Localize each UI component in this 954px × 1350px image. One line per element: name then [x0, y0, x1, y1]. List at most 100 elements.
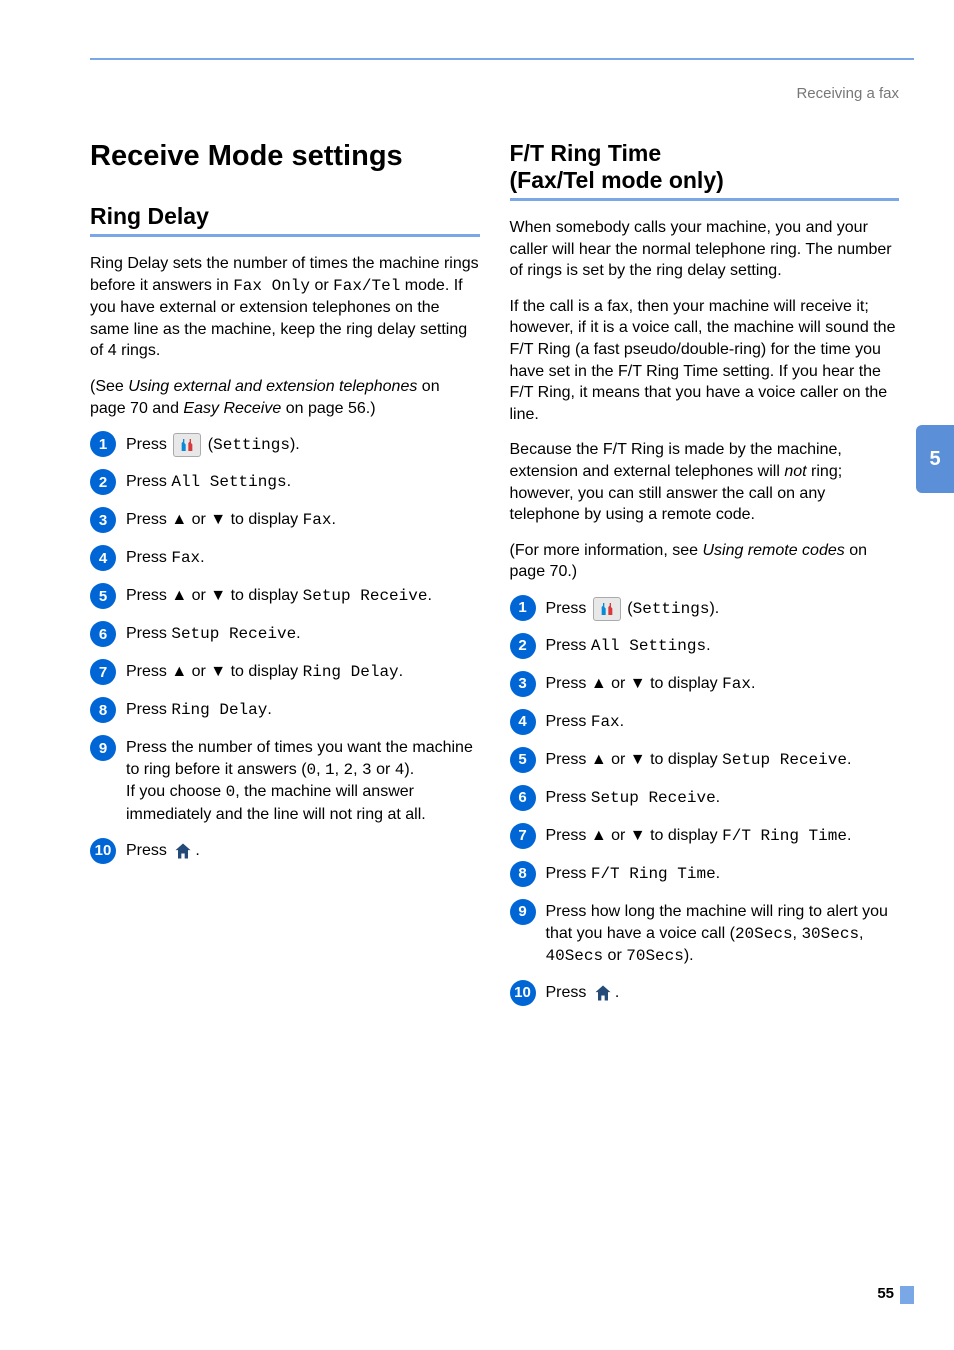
step-text: Press ▲ or ▼ to display F/T Ring Time.	[546, 825, 900, 848]
step-7: 7 Press ▲ or ▼ to display Ring Delay.	[90, 661, 480, 685]
code-text: 3	[362, 761, 372, 779]
text: .	[751, 675, 755, 692]
right-para-2: If the call is a fax, then your machine …	[510, 296, 900, 426]
step-text: Press .	[546, 982, 900, 1004]
left-steps: 1 Press (Settings). 2 Press All Settings…	[90, 433, 480, 863]
right-column: F/T Ring Time (Fax/Tel mode only) When s…	[510, 140, 900, 1020]
step-8: 8 Press F/T Ring Time.	[510, 863, 900, 887]
step-number: 10	[510, 980, 536, 1006]
step-text: Press ▲ or ▼ to display Ring Delay.	[126, 661, 480, 684]
right-steps: 1 Press (Settings). 2 Press All Settings…	[510, 597, 900, 1006]
text: (	[623, 600, 633, 617]
text: .	[200, 549, 204, 566]
step-number: 5	[90, 583, 116, 609]
step-text: Press ▲ or ▼ to display Fax.	[546, 673, 900, 696]
page-number: 55	[877, 1285, 894, 1302]
text: or	[603, 947, 626, 964]
step-text: Press ▲ or ▼ to display Setup Receive.	[126, 585, 480, 608]
chapter-title: Receiving a fax	[796, 85, 899, 102]
code-text: Fax Only	[233, 277, 310, 295]
main-title: Receive Mode settings	[90, 140, 480, 173]
text: ,	[316, 761, 325, 778]
code-text: All Settings	[171, 473, 286, 491]
left-subtitle: Ring Delay	[90, 203, 480, 230]
step-number: 10	[90, 838, 116, 864]
step-4: 4 Press Fax.	[510, 711, 900, 735]
step-10: 10 Press .	[510, 982, 900, 1006]
italic-text: not	[784, 463, 806, 480]
step-number: 1	[90, 431, 116, 457]
step-text: Press Setup Receive.	[126, 623, 480, 646]
text: Press	[546, 789, 591, 806]
text: .	[427, 587, 431, 604]
page-number-bar	[900, 1286, 914, 1304]
step-text: Press .	[126, 840, 480, 862]
right-para-3: Because the F/T Ring is made by the mach…	[510, 439, 900, 525]
step-9: 9 Press how long the machine will ring t…	[510, 901, 900, 968]
step-number: 8	[90, 697, 116, 723]
step-number: 3	[510, 671, 536, 697]
right-subtitle: F/T Ring Time (Fax/Tel mode only)	[510, 140, 900, 194]
code-text: Setup Receive	[171, 625, 296, 643]
subtitle-rule	[90, 234, 480, 237]
step-number: 5	[510, 747, 536, 773]
step-10: 10 Press .	[90, 840, 480, 864]
step-number: 2	[90, 469, 116, 495]
text: Press	[546, 600, 591, 617]
code-text: 2	[344, 761, 354, 779]
content-columns: Receive Mode settings Ring Delay Ring De…	[90, 140, 899, 1020]
step-2: 2 Press All Settings.	[90, 471, 480, 495]
step-text: Press All Settings.	[126, 471, 480, 494]
text: (For more information, see	[510, 542, 703, 559]
code-text: Setup Receive	[591, 789, 716, 807]
text: or	[372, 761, 395, 778]
step-number: 7	[510, 823, 536, 849]
code-text: Ring Delay	[303, 663, 399, 681]
text: .	[716, 865, 720, 882]
step-1: 1 Press (Settings).	[90, 433, 480, 457]
text: ).	[684, 947, 694, 964]
step-number: 9	[510, 899, 536, 925]
left-column: Receive Mode settings Ring Delay Ring De…	[90, 140, 480, 1020]
text: Press	[546, 713, 591, 730]
chapter-tab: 5	[916, 425, 954, 493]
code-text: Ring Delay	[171, 701, 267, 719]
step-4: 4 Press Fax.	[90, 547, 480, 571]
code-text: 70Secs	[626, 947, 684, 965]
code-text: Fax	[722, 675, 751, 693]
text: .	[296, 625, 300, 642]
text: Press ▲ or ▼ to display	[546, 827, 723, 844]
code-text: 0	[307, 761, 317, 779]
step-text: Press Fax.	[126, 547, 480, 570]
cross-ref: Using external and extension telephones	[128, 378, 417, 395]
step-1: 1 Press (Settings).	[510, 597, 900, 621]
step-text: Press All Settings.	[546, 635, 900, 658]
step-number: 4	[510, 709, 536, 735]
text: Press ▲ or ▼ to display	[126, 587, 303, 604]
text: Press	[126, 549, 171, 566]
code-text: Setup Receive	[303, 587, 428, 605]
code-text: 4	[395, 761, 405, 779]
text: ).	[709, 600, 719, 617]
text: Press	[546, 984, 591, 1001]
code-text: Fax	[171, 549, 200, 567]
text: If you choose	[126, 783, 226, 800]
code-text: 1	[325, 761, 335, 779]
step-text: Press Setup Receive.	[546, 787, 900, 810]
text: Press ▲ or ▼ to display	[126, 511, 303, 528]
step-2: 2 Press All Settings.	[510, 635, 900, 659]
page: Receiving a fax Receive Mode settings Ri…	[0, 0, 954, 1350]
text: (See	[90, 378, 128, 395]
step-number: 8	[510, 861, 536, 887]
step-7: 7 Press ▲ or ▼ to display F/T Ring Time.	[510, 825, 900, 849]
text: or	[310, 277, 333, 294]
text: .	[287, 473, 291, 490]
step-text: Press ▲ or ▼ to display Fax.	[126, 509, 480, 532]
step-3: 3 Press ▲ or ▼ to display Fax.	[510, 673, 900, 697]
text: ,	[353, 761, 362, 778]
text: .	[267, 701, 271, 718]
code-text: All Settings	[591, 637, 706, 655]
step-number: 6	[510, 785, 536, 811]
text: (	[203, 436, 213, 453]
subtitle-rule	[510, 198, 900, 201]
